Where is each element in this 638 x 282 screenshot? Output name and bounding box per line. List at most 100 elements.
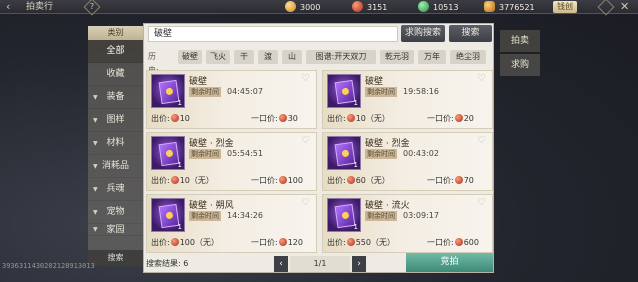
- buyout-price: 一口价: 600: [427, 237, 479, 249]
- currency-ingot: 3776521: [484, 1, 535, 13]
- expand-triangle-icon: ▼: [93, 117, 98, 124]
- heart-icon[interactable]: ♡: [301, 198, 312, 208]
- heart-icon[interactable]: ♡: [477, 74, 488, 84]
- category-header: 类别: [88, 26, 143, 40]
- history-chip[interactable]: 图谱:开天双刀: [306, 50, 376, 64]
- search-input[interactable]: 破壁: [148, 26, 398, 42]
- expand-triangle-icon: ▼: [93, 94, 98, 101]
- bid-button[interactable]: 竞拍: [406, 253, 493, 272]
- close-icon[interactable]: ✕: [620, 0, 629, 13]
- recharge-button[interactable]: 钱创: [553, 1, 577, 13]
- auction-panel: 破壁 求购搜索 搜索 历史: 破壁 飞火 干 渡 山 图谱:开天双刀 乾元羽 万…: [143, 23, 494, 273]
- prev-page-icon[interactable]: ‹: [274, 256, 288, 272]
- listing-card[interactable]: 1 破壁 · 流火 剩余时间 03:09:17 ♡ 出价: 550（无） 一口价:…: [322, 194, 493, 253]
- listing-card[interactable]: 1 破壁 · 烈金 剩余时间 05:54:51 ♡ 出价: 10（无） 一口价: 1…: [146, 132, 317, 191]
- bid-label: 出价:: [327, 114, 346, 123]
- tab-auction[interactable]: 拍卖: [500, 30, 540, 52]
- category-label: 全部: [106, 46, 125, 56]
- bid-value: 100（无）: [179, 238, 219, 247]
- settings-diamond-icon[interactable]: [597, 0, 615, 16]
- time-left-label: 剩余时间: [365, 211, 397, 221]
- category-item-materials[interactable]: ▼ 材料: [88, 132, 143, 155]
- bid-label: 出价:: [327, 238, 346, 247]
- top-bar: ‹ 拍卖行 ? 3000 3151 10513 3776521 钱创 ✕: [0, 0, 638, 16]
- scroll-icon: 1: [151, 74, 185, 108]
- category-item-favorites[interactable]: 收藏: [88, 63, 143, 86]
- expand-triangle-icon: ▼: [93, 140, 98, 147]
- window-title: 拍卖行: [26, 2, 54, 12]
- bid-value: 10: [179, 114, 190, 123]
- listing-card[interactable]: 1 破壁 · 朔风 剩余时间 14:34:26 ♡ 出价: 100（无） 一口价:…: [146, 194, 317, 253]
- expand-triangle-icon: ▼: [93, 226, 98, 233]
- red-coin-icon: [170, 176, 179, 184]
- item-qty: 1: [353, 223, 358, 231]
- category-item-pets[interactable]: ▼ 宠物: [88, 201, 143, 224]
- next-page-icon[interactable]: ›: [352, 256, 366, 272]
- item-name: 破壁 · 流火: [365, 201, 410, 211]
- time-left-label: 剩余时间: [189, 87, 221, 97]
- want-buy-search-button[interactable]: 求购搜索: [401, 25, 445, 42]
- item-name: 破壁: [189, 77, 208, 87]
- back-arrow-icon[interactable]: ‹: [6, 1, 18, 13]
- heart-icon[interactable]: ♡: [301, 136, 312, 146]
- history-chip[interactable]: 绝尘羽: [450, 50, 486, 64]
- listing-card[interactable]: 1 破壁 剩余时间 19:58:16 ♡ 出价: 10（无） 一口价: 20: [322, 70, 493, 129]
- buyout-value: 70: [463, 176, 474, 185]
- history-chip[interactable]: 破壁: [178, 50, 202, 64]
- category-item-soldier-soul[interactable]: ▼ 兵魂: [88, 178, 143, 201]
- category-item-equipment[interactable]: ▼ 装备: [88, 86, 143, 109]
- listing-card[interactable]: 1 破壁 剩余时间 04:45:07 ♡ 出价: 10 一口价: 30: [146, 70, 317, 129]
- currency-value: 3151: [367, 3, 388, 12]
- bid-price: 出价: 100（无）: [151, 237, 219, 249]
- red-coin-icon: [454, 114, 463, 122]
- heart-icon[interactable]: ♡: [301, 74, 312, 84]
- search-button[interactable]: 搜索: [449, 25, 492, 42]
- buyout-value: 600: [463, 238, 479, 247]
- buyout-value: 20: [463, 114, 474, 123]
- history-chip[interactable]: 渡: [258, 50, 278, 64]
- scroll-icon: 1: [327, 74, 361, 108]
- red-coin-icon: [278, 114, 287, 122]
- time-left-label: 剩余时间: [365, 87, 397, 97]
- history-chip[interactable]: 飞火: [206, 50, 230, 64]
- player-id-text: 3936311430202128913013: [2, 262, 95, 270]
- category-item-home[interactable]: ▼ 家园: [88, 224, 143, 236]
- search-tab[interactable]: 搜索: [88, 250, 143, 266]
- listing-grid: 1 破壁 剩余时间 04:45:07 ♡ 出价: 10 一口价: 30 1 破壁 剩…: [144, 70, 495, 256]
- bid-price: 出价: 550（无）: [327, 237, 395, 249]
- category-item-consumables[interactable]: ▼ 消耗品: [88, 155, 143, 178]
- item-name: 破壁 · 烈金: [365, 139, 410, 149]
- heart-icon[interactable]: ♡: [477, 198, 488, 208]
- history-chip[interactable]: 干: [234, 50, 254, 64]
- red-coin-icon: [346, 238, 355, 246]
- time-left-value: 14:34:26: [227, 211, 263, 220]
- red-coin-icon: [278, 238, 287, 246]
- currency-gold: 3000: [285, 1, 320, 13]
- category-label: 图样: [106, 115, 125, 125]
- history-chip[interactable]: 万年: [418, 50, 446, 64]
- category-label: 收藏: [106, 69, 125, 79]
- buyout-value: 30: [287, 114, 298, 123]
- expand-triangle-icon: ▼: [93, 163, 98, 170]
- history-chip[interactable]: 山: [282, 50, 302, 64]
- item-qty: 1: [177, 223, 182, 231]
- buyout-label: 一口价:: [251, 176, 278, 185]
- category-label: 消耗品: [101, 161, 129, 171]
- heart-icon[interactable]: ♡: [477, 136, 488, 146]
- category-item-patterns[interactable]: ▼ 图样: [88, 109, 143, 132]
- tab-want-buy[interactable]: 求购: [500, 54, 540, 76]
- listing-card[interactable]: 1 破壁 · 烈金 剩余时间 00:43:02 ♡ 出价: 60（无） 一口价: 7…: [322, 132, 493, 191]
- category-item-all[interactable]: 全部: [88, 40, 143, 63]
- red-coin-icon: [170, 114, 179, 122]
- bid-label: 出价:: [151, 176, 170, 185]
- category-label: 宠物: [106, 207, 125, 217]
- red-coin-icon: [454, 176, 463, 184]
- currency-value: 10513: [433, 3, 459, 12]
- red-coin-icon: [352, 1, 363, 12]
- result-count: 6: [183, 259, 189, 268]
- bid-price: 出价: 10（无）: [327, 113, 390, 125]
- help-button[interactable]: ?: [83, 0, 101, 16]
- bid-value: 10（无）: [355, 114, 390, 123]
- history-chip[interactable]: 乾元羽: [380, 50, 414, 64]
- help-icon: ?: [89, 2, 95, 11]
